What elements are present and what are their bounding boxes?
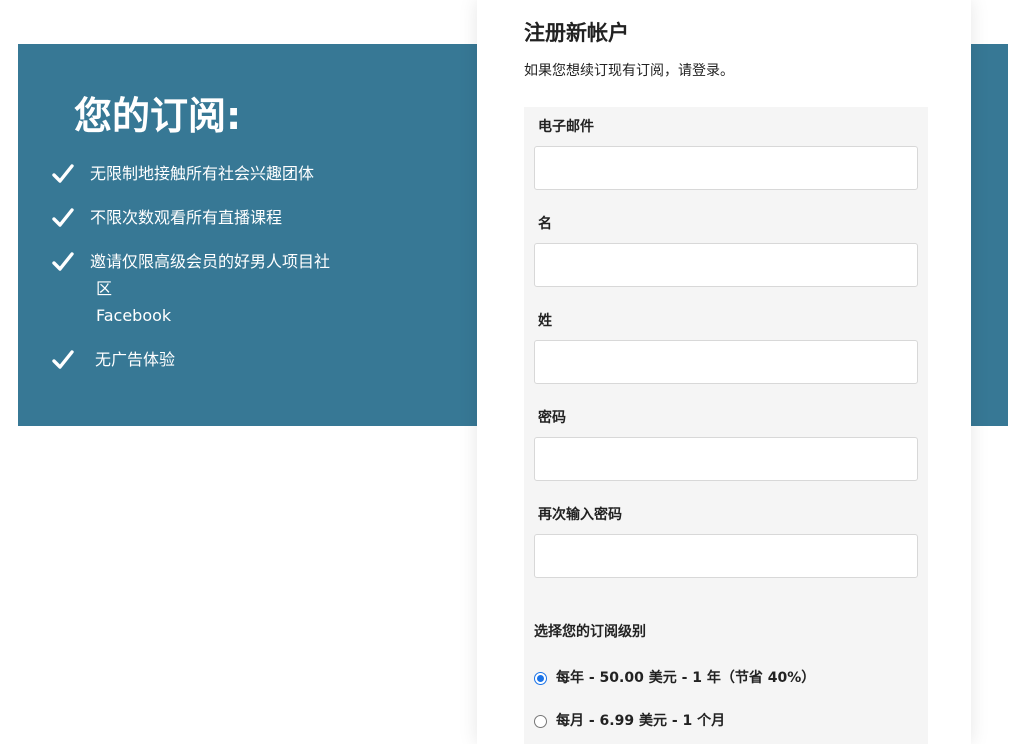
benefit-item: 邀请仅限高级会员的好男人项目社 区 Facebook [52, 248, 402, 329]
checkmark-icon [52, 164, 74, 183]
benefit-text: 不限次数观看所有直播课程 [90, 208, 283, 227]
radio-button-checked[interactable] [534, 671, 547, 685]
email-label: 电子邮件 [538, 119, 594, 135]
signup-page: 您的订阅: 无限制地接触所有社会兴趣团体 不限次数观看所有直播课程 邀请仅限高级… [0, 0, 1024, 744]
signup-title: 注册新帐户 [524, 21, 629, 45]
benefit-item: 无限制地接触所有社会兴趣团体 [52, 160, 372, 187]
subscription-option-label: 每年 - 50.00 美元 - 1 年（节省 40%） [556, 670, 816, 686]
first-name-field[interactable] [534, 243, 918, 287]
benefit-text: 无广告体验 [95, 350, 176, 369]
benefits-title: 您的订阅: [74, 94, 242, 138]
checkmark-icon [52, 208, 74, 227]
subscription-option-monthly[interactable]: 每月 - 6.99 美元 - 1 个月 [534, 710, 725, 732]
benefit-item: 无广告体验 [52, 346, 372, 373]
signup-subtitle: 如果您想续订现有订阅，请登录。 [524, 63, 734, 79]
benefits-list: 无限制地接触所有社会兴趣团体 不限次数观看所有直播课程 邀请仅限高级会员的好男人… [52, 160, 372, 390]
last-name-label: 姓 [538, 313, 552, 329]
benefit-text-line: Facebook [96, 306, 172, 325]
signup-form: 电子邮件 名 姓 密码 再次输入密码 选择您的订阅级别 每年 - 50.00 美… [524, 107, 928, 744]
signup-card: 注册新帐户 如果您想续订现有订阅，请登录。 电子邮件 名 姓 密码 再次输入密码… [477, 0, 971, 744]
checkmark-icon [52, 350, 74, 369]
last-name-field[interactable] [534, 340, 918, 384]
confirm-password-field[interactable] [534, 534, 918, 578]
password-field[interactable] [534, 437, 918, 481]
subscription-option-yearly[interactable]: 每年 - 50.00 美元 - 1 年（节省 40%） [534, 667, 815, 689]
radio-button[interactable] [534, 714, 547, 728]
benefit-item: 不限次数观看所有直播课程 [52, 204, 372, 231]
subscription-level-label: 选择您的订阅级别 [534, 624, 646, 640]
password-label: 密码 [538, 410, 566, 426]
checkmark-icon [52, 252, 74, 271]
subscription-option-label: 每月 - 6.99 美元 - 1 个月 [556, 713, 726, 729]
confirm-password-label: 再次输入密码 [538, 507, 622, 523]
email-field[interactable] [534, 146, 918, 190]
benefit-text: 邀请仅限高级会员的好男人项目社 [90, 252, 331, 271]
first-name-label: 名 [538, 216, 552, 232]
benefit-text-line: 区 [96, 279, 113, 298]
benefit-text: 无限制地接触所有社会兴趣团体 [90, 164, 315, 183]
